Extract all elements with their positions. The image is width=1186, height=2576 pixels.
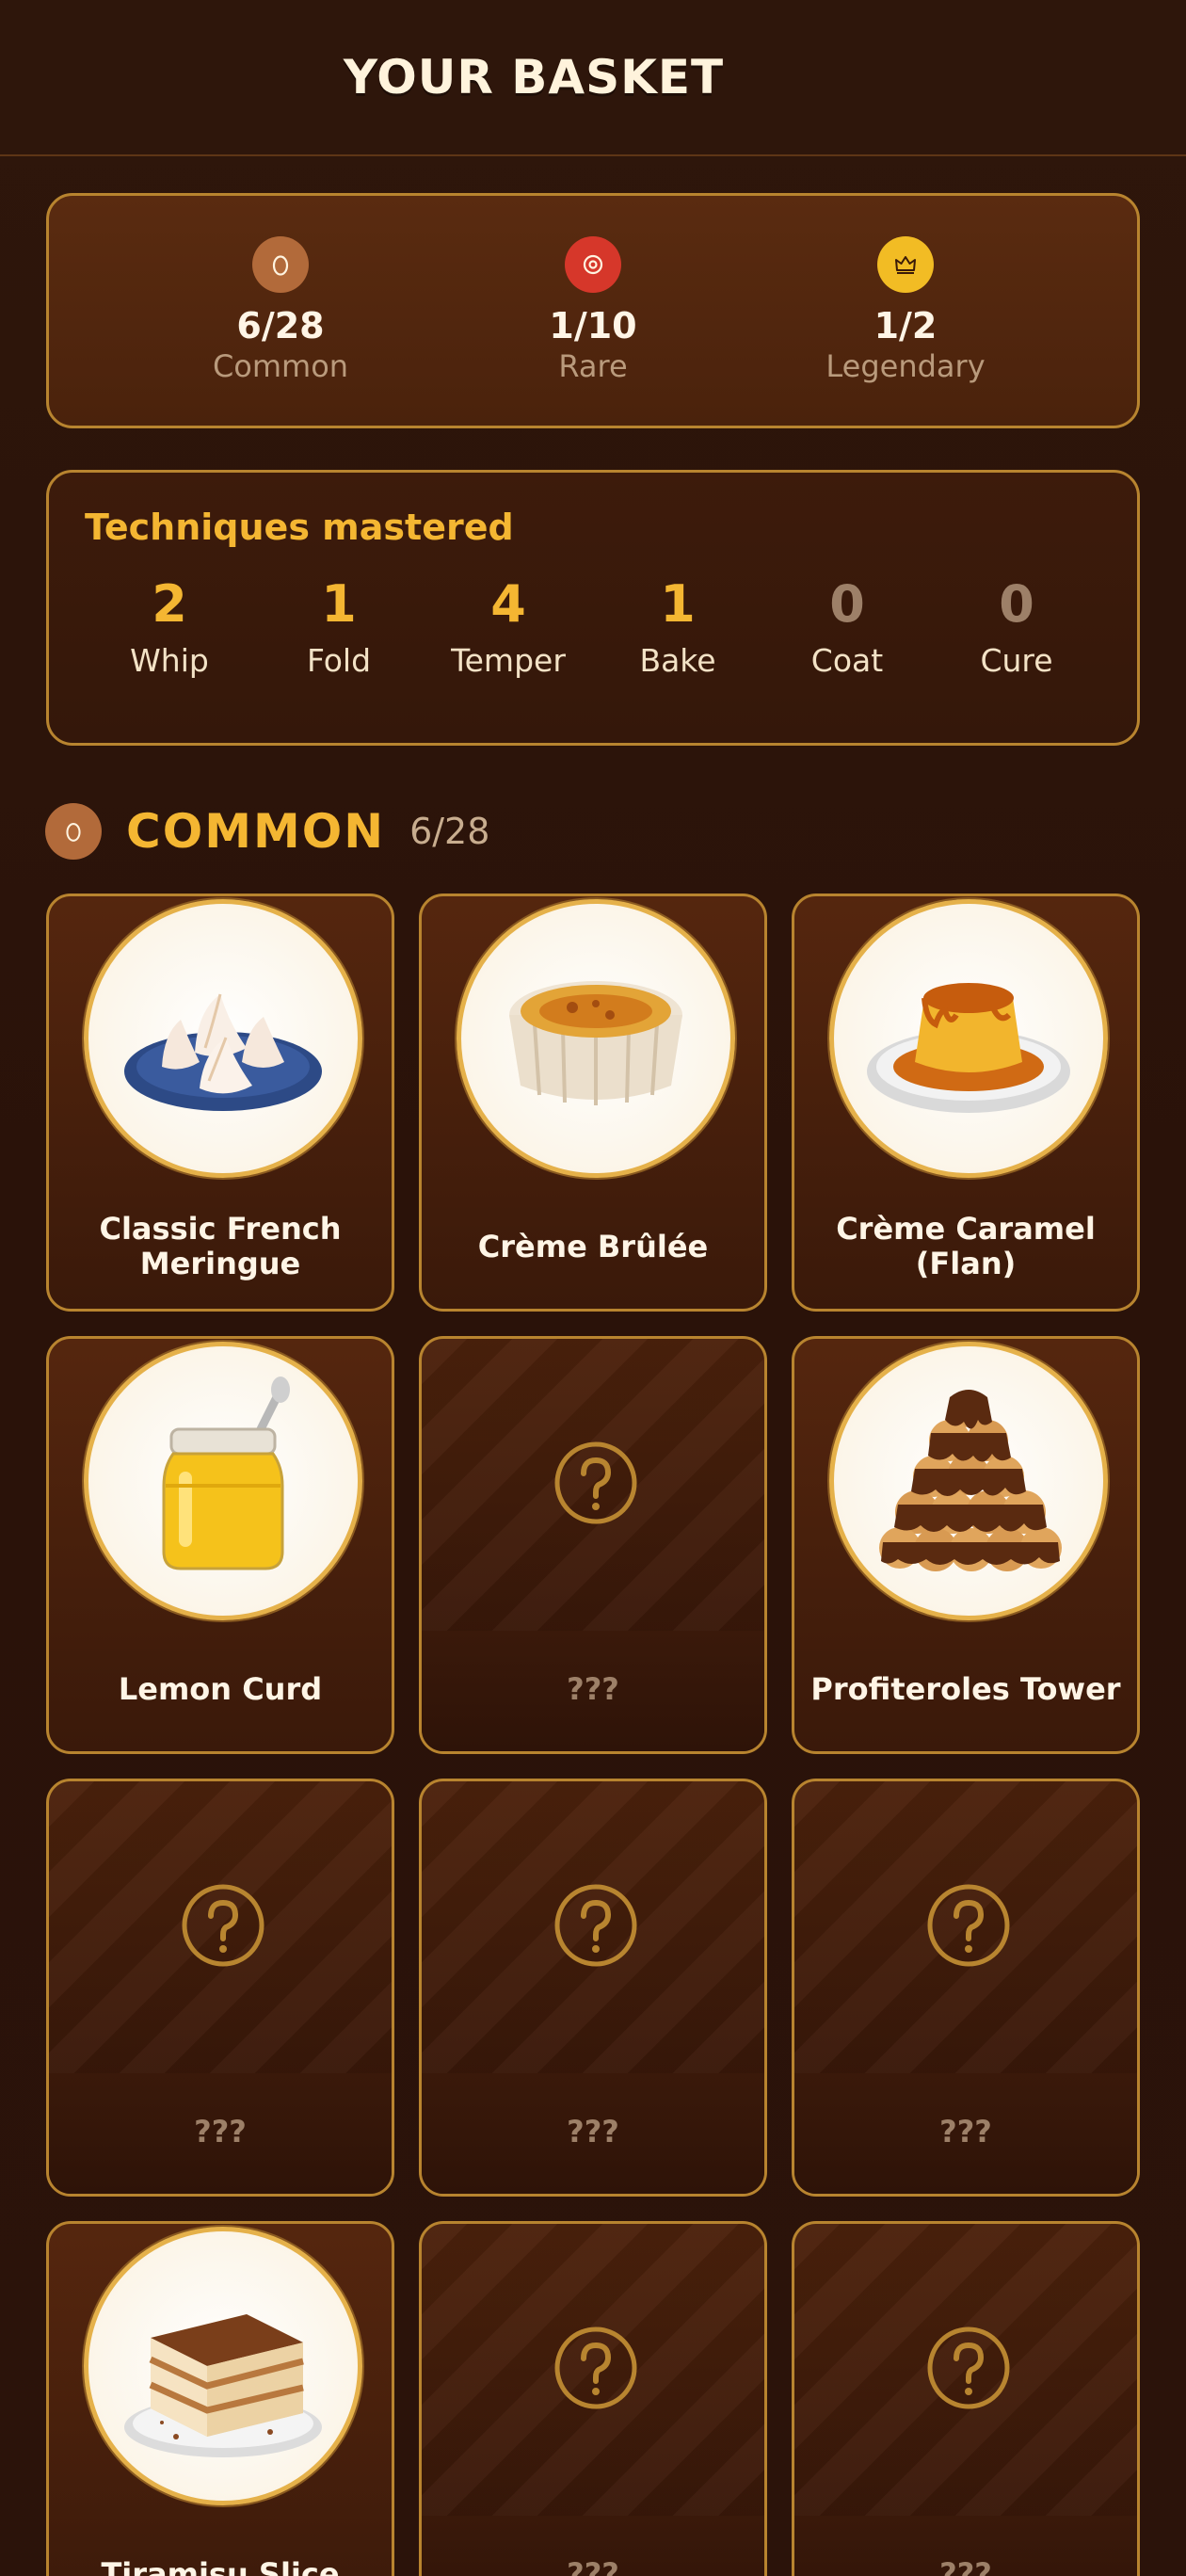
technique-count: 1	[660, 574, 696, 634]
profiteroles-icon	[829, 1342, 1108, 1620]
recipe-name: ???	[939, 2113, 992, 2149]
stat-common: 6/28 Common	[177, 236, 384, 385]
creme-brulee-icon	[457, 899, 735, 1178]
recipe-card[interactable]: Tiramisu Slice	[46, 2221, 394, 2576]
flan-icon	[829, 899, 1108, 1178]
recipe-card[interactable]: Lemon Curd	[46, 1336, 394, 1754]
section-title: COMMON	[126, 804, 386, 859]
techniques-row: 2 Whip 1 Fold 4 Temper 1 Bake 0 Coat 0 C…	[85, 574, 1101, 679]
question-icon	[927, 1884, 1010, 1967]
stat-legendary: 1/2 Legendary	[802, 236, 1009, 385]
section-header-common: COMMON 6/28	[45, 800, 489, 862]
locked-recipe-card[interactable]: ???	[792, 2221, 1140, 2576]
basket-screen: YOUR BASKET 6/28 Common 1/10 Rare 1/2 Le…	[0, 0, 1186, 2576]
question-icon	[182, 1884, 264, 1967]
technique-name: Cure	[980, 642, 1053, 679]
technique-name: Whip	[130, 642, 209, 679]
stat-common-value: 6/28	[236, 305, 325, 346]
crown-icon	[877, 236, 934, 293]
recipe-card[interactable]: Crème Caramel (Flan)	[792, 894, 1140, 1312]
question-icon	[554, 1441, 637, 1524]
technique-whip: 2 Whip	[85, 574, 254, 679]
recipe-name: ???	[567, 1670, 619, 1707]
question-icon	[927, 2326, 1010, 2409]
question-icon	[554, 1884, 637, 1967]
meringue-icon	[84, 899, 362, 1178]
technique-count: 0	[999, 574, 1034, 634]
tiramisu-icon	[84, 2227, 362, 2505]
technique-bake: 1 Bake	[593, 574, 762, 679]
recipe-name: Profiteroles Tower	[810, 1670, 1121, 1707]
stat-common-label: Common	[212, 348, 349, 384]
recipe-name: Crème Brûlée	[477, 1228, 709, 1264]
technique-name: Bake	[639, 642, 716, 679]
stat-rare-label: Rare	[558, 348, 628, 384]
recipe-card[interactable]: Profiteroles Tower	[792, 1336, 1140, 1754]
techniques-title: Techniques mastered	[85, 507, 514, 548]
stat-rare-value: 1/10	[549, 305, 637, 346]
locked-recipe-card[interactable]: ???	[46, 1779, 394, 2197]
technique-count: 0	[829, 574, 865, 634]
techniques-card: Techniques mastered 2 Whip 1 Fold 4 Temp…	[46, 470, 1140, 746]
technique-count: 2	[152, 574, 187, 634]
technique-name: Temper	[451, 642, 566, 679]
locked-recipe-card[interactable]: ???	[419, 1779, 767, 2197]
recipe-name: ???	[939, 2555, 992, 2576]
page-title: YOUR BASKET	[343, 50, 725, 105]
rarity-stats-card: 6/28 Common 1/10 Rare 1/2 Legendary	[46, 193, 1140, 428]
section-count: 6/28	[409, 811, 490, 852]
technique-count: 4	[490, 574, 526, 634]
recipe-name: ???	[567, 2555, 619, 2576]
egg-icon	[252, 236, 309, 293]
egg-icon	[45, 803, 102, 860]
recipe-name: Lemon Curd	[118, 1670, 323, 1707]
stat-legendary-label: Legendary	[825, 348, 986, 384]
recipe-card[interactable]: Crème Brûlée	[419, 894, 767, 1312]
technique-fold: 1 Fold	[254, 574, 424, 679]
recipe-name: Crème Caramel (Flan)	[836, 1211, 1096, 1281]
locked-recipe-card[interactable]: ???	[792, 1779, 1140, 2197]
recipe-grid: Classic French Meringue Crème Brûlée Crè…	[46, 894, 1140, 2576]
lemon-curd-icon	[84, 1342, 362, 1620]
technique-coat: 0 Coat	[762, 574, 932, 679]
recipe-name: ???	[194, 2113, 247, 2149]
recipe-name: ???	[567, 2113, 619, 2149]
recipe-name: Tiramisu Slice	[101, 2555, 340, 2576]
header: YOUR BASKET	[0, 0, 1186, 156]
technique-name: Fold	[306, 642, 372, 679]
flower-icon	[565, 236, 621, 293]
stat-rare: 1/10 Rare	[489, 236, 697, 385]
recipe-card[interactable]: Classic French Meringue	[46, 894, 394, 1312]
technique-count: 1	[321, 574, 357, 634]
technique-cure: 0 Cure	[932, 574, 1101, 679]
technique-temper: 4 Temper	[424, 574, 593, 679]
locked-recipe-card[interactable]: ???	[419, 2221, 767, 2576]
locked-recipe-card[interactable]: ???	[419, 1336, 767, 1754]
recipe-name: Classic French Meringue	[99, 1211, 342, 1281]
stat-legendary-value: 1/2	[873, 305, 938, 346]
question-icon	[554, 2326, 637, 2409]
technique-name: Coat	[810, 642, 884, 679]
